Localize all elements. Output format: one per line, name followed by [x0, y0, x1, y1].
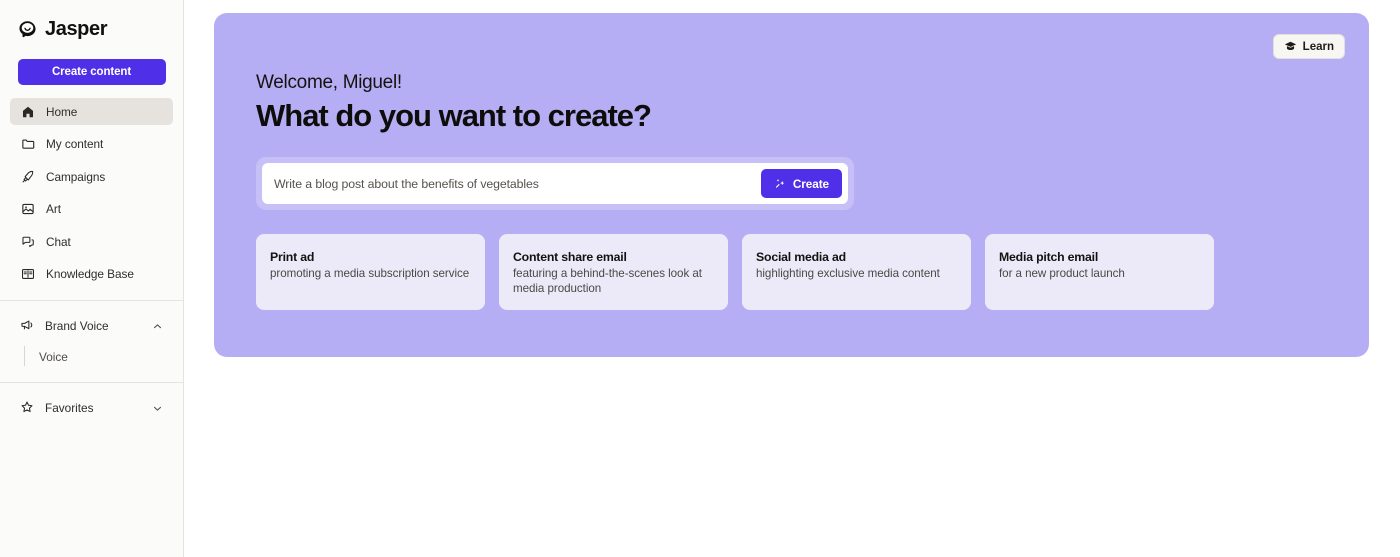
- sidebar-item-label: Art: [46, 202, 61, 216]
- suggestion-card-title: Media pitch email: [999, 250, 1099, 264]
- create-button-label: Create: [792, 176, 829, 191]
- hero-inner: Welcome, Miguel! What do you want to cre…: [214, 13, 1369, 310]
- sidebar-group-favorites[interactable]: Favorites: [10, 395, 173, 422]
- sidebar-item-chat[interactable]: Chat: [10, 228, 173, 255]
- sidebar-item-art[interactable]: Art: [10, 196, 173, 223]
- star-icon: [20, 400, 34, 417]
- sidebar-item-label: My content: [46, 137, 104, 151]
- suggestion-card-subtitle: highlighting exclusive media content: [756, 267, 940, 280]
- graduation-cap-icon: [1284, 40, 1297, 53]
- sidebar-item-knowledge-base[interactable]: Knowledge Base: [10, 261, 173, 288]
- welcome-greeting: Welcome, Miguel!: [256, 72, 402, 93]
- learn-button-label: Learn: [1302, 40, 1334, 53]
- suggestion-card-title: Content share email: [513, 250, 627, 264]
- brand-voice-subnav: Voice: [0, 344, 183, 370]
- suggestion-card-subtitle: for a new product launch: [999, 267, 1125, 280]
- suggestion-card[interactable]: Media pitch email for a new product laun…: [985, 234, 1214, 310]
- sidebar-item-my-content[interactable]: My content: [10, 131, 173, 158]
- sidebar-item-campaigns[interactable]: Campaigns: [10, 163, 173, 190]
- sidebar: Jasper Create content Home My content Ca…: [0, 0, 184, 557]
- megaphone-icon: [20, 318, 34, 335]
- sidebar-item-label: Knowledge Base: [46, 267, 134, 281]
- suggestion-card[interactable]: Social media ad highlighting exclusive m…: [742, 234, 971, 310]
- main-content: Learn Welcome, Miguel! What do you want …: [184, 0, 1400, 557]
- sidebar-item-label: Chat: [46, 234, 71, 249]
- sidebar-group-brand-voice[interactable]: Brand Voice: [10, 313, 173, 340]
- learn-button[interactable]: Learn: [1272, 34, 1345, 59]
- sidebar-divider-2: [0, 381, 183, 383]
- suggestion-cards: Print ad promoting a media subscription …: [256, 234, 1369, 310]
- image-icon: [20, 202, 35, 217]
- app-root: Jasper Create content Home My content Ca…: [0, 0, 1400, 557]
- suggestion-card[interactable]: Print ad promoting a media subscription …: [256, 234, 485, 310]
- primary-nav: Home My content Campaigns Art Chat Knowl…: [0, 98, 183, 288]
- chat-bubbles-icon: [20, 234, 35, 249]
- chevron-down-icon[interactable]: [151, 402, 163, 414]
- sidebar-divider-1: [0, 299, 183, 301]
- folder-icon: [20, 137, 35, 152]
- suggestion-card[interactable]: Content share email featuring a behind-t…: [499, 234, 728, 310]
- sidebar-group-label: Favorites: [45, 401, 94, 415]
- prompt-bar-wrapper: Create: [256, 157, 854, 210]
- home-icon: [20, 104, 35, 119]
- prompt-bar[interactable]: Create: [262, 163, 848, 204]
- create-content-button[interactable]: Create content: [17, 59, 166, 85]
- create-button[interactable]: Create: [760, 169, 842, 198]
- sparkle-icon: [774, 177, 787, 190]
- sidebar-subitem-voice[interactable]: Voice: [10, 344, 173, 370]
- suggestion-card-subtitle: promoting a media subscription service: [270, 267, 470, 280]
- sidebar-group-label: Brand Voice: [45, 319, 109, 333]
- suggestion-card-subtitle: featuring a behind-the-scenes look at me…: [513, 267, 702, 295]
- sidebar-subitem-label: Voice: [39, 349, 68, 364]
- prompt-input[interactable]: [274, 176, 761, 191]
- suggestion-card-title: Social media ad: [756, 250, 846, 264]
- brand-logo-wordmark[interactable]: Jasper: [0, 0, 183, 44]
- brand-name: Jasper: [45, 17, 108, 40]
- hero-panel: Learn Welcome, Miguel! What do you want …: [214, 13, 1369, 357]
- sidebar-item-label: Campaigns: [46, 169, 106, 184]
- suggestion-card-title: Print ad: [270, 250, 315, 264]
- jasper-face-logo-icon: [17, 19, 38, 40]
- rocket-icon: [20, 169, 35, 184]
- chevron-up-icon[interactable]: [151, 320, 163, 332]
- sidebar-item-home[interactable]: Home: [10, 98, 173, 125]
- page-title: What do you want to create?: [256, 98, 652, 133]
- sidebar-item-label: Home: [46, 104, 78, 119]
- open-book-icon: [20, 267, 35, 282]
